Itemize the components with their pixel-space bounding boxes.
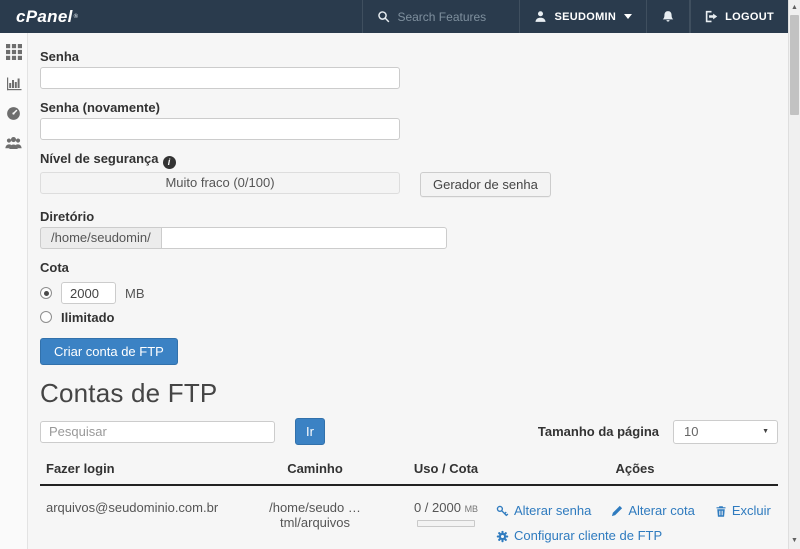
trash-icon (715, 505, 727, 518)
apps-grid-icon[interactable] (6, 44, 22, 60)
table-row: arquivos@seudominio.com.br /home/seudo …… (40, 485, 778, 549)
cell-usage: 0 / 2000 MB (400, 485, 492, 549)
usage-value: 0 / 2000 (414, 500, 461, 515)
password-strength-meter: Muito fraco (0/100) (40, 172, 400, 194)
configure-ftp-client-link[interactable]: Configurar cliente de FTP (496, 525, 662, 547)
page-size-group: Tamanho da página 10 ▼ (538, 420, 778, 444)
scroll-down-arrow-icon[interactable]: ▼ (789, 535, 800, 547)
page-size-label: Tamanho da página (538, 424, 659, 439)
scroll-up-arrow-icon[interactable]: ▲ (789, 2, 800, 14)
logout-button[interactable]: LOGOUT (690, 0, 788, 33)
info-icon[interactable]: i (163, 156, 176, 169)
password-confirm-label: Senha (novamente) (40, 101, 778, 115)
chevron-down-icon (624, 14, 632, 19)
strength-value: Muito fraco (0/100) (165, 175, 274, 190)
strength-label: Nível de segurançai (40, 152, 778, 169)
select-caret-icon: ▼ (762, 428, 769, 435)
cell-login: arquivos@seudominio.com.br (40, 485, 230, 549)
logout-icon (705, 10, 718, 23)
vertical-scrollbar[interactable]: ▲ ▼ (788, 0, 800, 549)
table-header-row: Fazer login Caminho Uso / Cota Ações (40, 455, 778, 485)
directory-prefix: /home/seudomin/ (40, 227, 161, 249)
feature-search[interactable] (362, 0, 519, 33)
usage-progress-bar (417, 520, 475, 527)
change-password-link[interactable]: Alterar senha (496, 500, 591, 522)
username-label: SEUDOMIN (554, 11, 616, 23)
quota-limited-radio[interactable] (40, 287, 52, 299)
password-generator-button[interactable]: Gerador de senha (420, 172, 551, 197)
pencil-icon (611, 505, 623, 517)
quota-label: Cota (40, 261, 778, 275)
bar-chart-icon[interactable] (6, 75, 22, 91)
notifications-button[interactable] (646, 0, 690, 33)
create-ftp-account-button[interactable]: Criar conta de FTP (40, 338, 178, 365)
password-confirm-input[interactable] (40, 118, 400, 140)
page-size-select[interactable]: 10 ▼ (673, 420, 778, 444)
cell-path: /home/seudo … tml/arquivos (230, 485, 400, 549)
header-actions: SEUDOMIN LOGOUT (362, 0, 788, 33)
left-sidebar (0, 33, 28, 549)
column-header-actions: Ações (492, 455, 778, 485)
accounts-search-input[interactable] (40, 421, 275, 443)
change-quota-link[interactable]: Alterar cota (611, 500, 694, 522)
feature-search-input[interactable] (397, 10, 505, 24)
column-header-login: Fazer login (40, 455, 230, 485)
scrollbar-thumb[interactable] (790, 15, 799, 115)
quota-amount-input[interactable] (61, 282, 116, 304)
directory-input[interactable] (161, 227, 447, 249)
search-go-button[interactable]: Ir (295, 418, 325, 445)
column-header-usage: Uso / Cota (400, 455, 492, 485)
logo-trademark: ® (74, 14, 79, 20)
password-input[interactable] (40, 67, 400, 89)
cpanel-logo: cPanel® (0, 0, 94, 33)
logo-text: cPanel (16, 7, 73, 27)
search-icon (377, 10, 390, 23)
directory-input-group: /home/seudomin/ (40, 227, 447, 249)
directory-label: Diretório (40, 210, 778, 224)
user-menu[interactable]: SEUDOMIN (519, 0, 646, 33)
ftp-accounts-table: Fazer login Caminho Uso / Cota Ações arq… (40, 455, 778, 549)
delete-link[interactable]: Excluir (715, 500, 771, 522)
cell-actions: Alterar senha Alterar cota (492, 485, 778, 549)
quota-unlimited-row: Ilimitado (40, 309, 778, 325)
accounts-toolbar: Ir Tamanho da página 10 ▼ (40, 418, 778, 445)
page-size-value: 10 (684, 424, 698, 439)
gear-icon (496, 530, 509, 543)
key-icon (496, 505, 509, 518)
quota-unlimited-label: Ilimitado (61, 310, 114, 325)
user-groups-icon[interactable] (5, 136, 22, 150)
column-header-path: Caminho (230, 455, 400, 485)
quota-limited-row: MB (40, 282, 778, 304)
password-label: Senha (40, 50, 778, 64)
gauge-icon[interactable] (6, 106, 21, 121)
page-body: Senha Senha (novamente) Nível de seguran… (0, 33, 788, 549)
quota-unit-label: MB (125, 286, 145, 301)
user-icon (534, 10, 547, 23)
top-header: cPanel® SEUDOMIN LOGOUT (0, 0, 788, 33)
section-title: Contas de FTP (40, 378, 778, 408)
usage-unit: MB (465, 504, 479, 514)
main-content: Senha Senha (novamente) Nível de seguran… (28, 33, 788, 549)
quota-unlimited-radio[interactable] (40, 311, 52, 323)
logout-label: LOGOUT (725, 11, 774, 23)
bell-icon (661, 10, 675, 24)
